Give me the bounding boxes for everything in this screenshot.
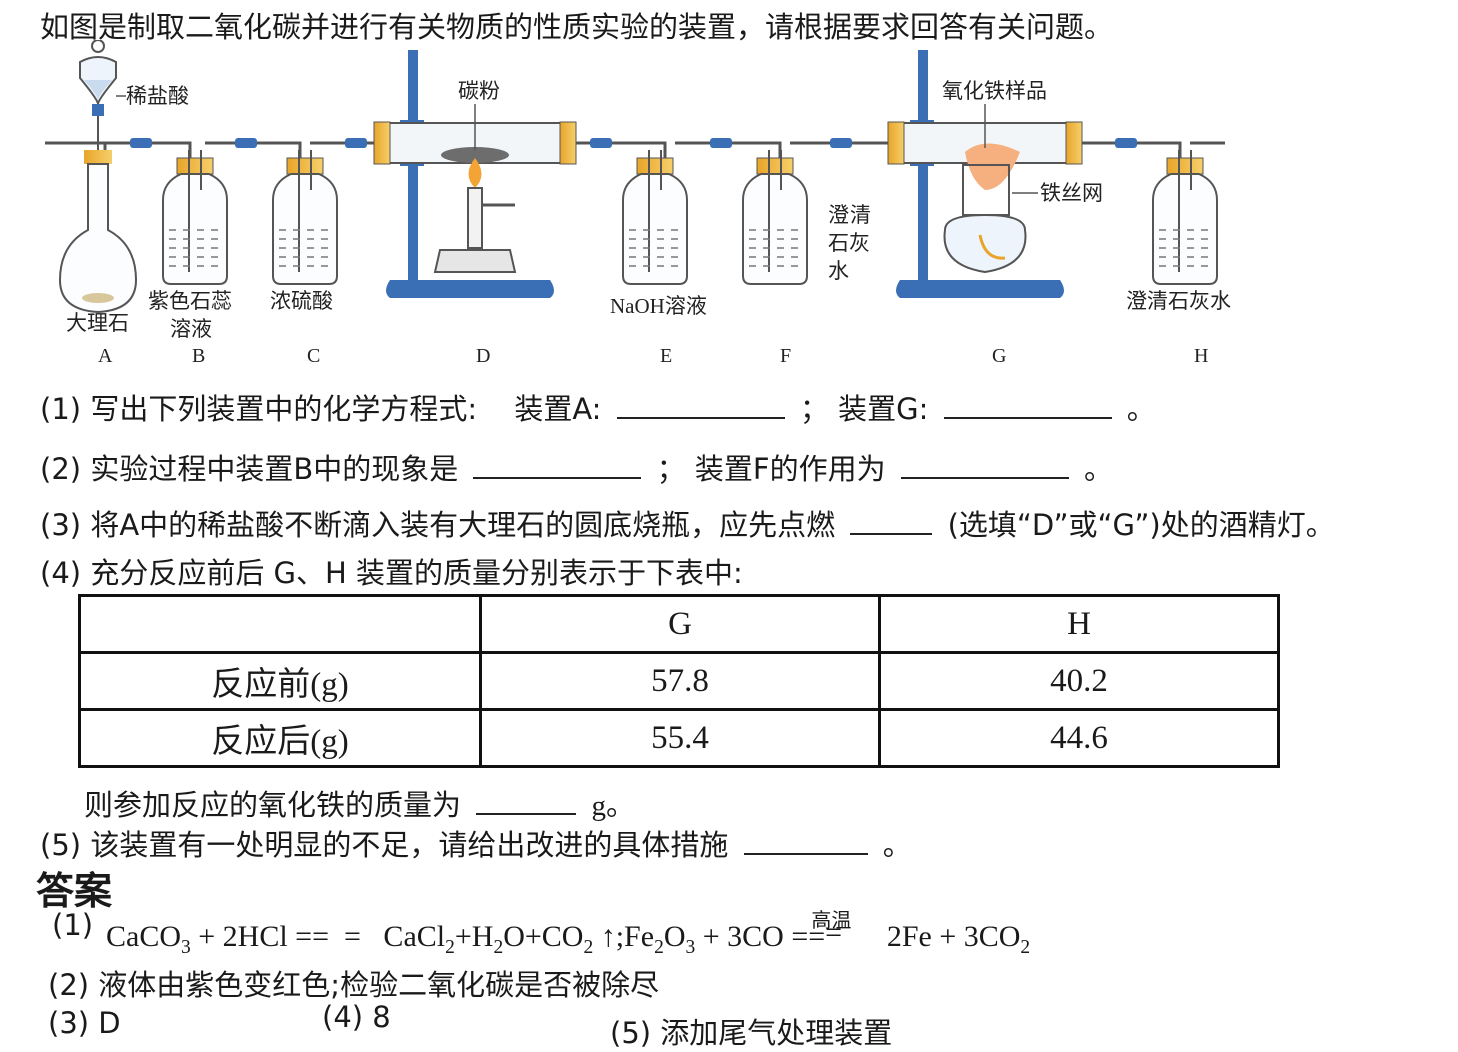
apparatus-letter-c: C — [307, 345, 320, 367]
apparatus-letter-b: B — [192, 345, 205, 367]
answer-1-number: (1) — [52, 908, 94, 942]
wash-bottles — [162, 150, 1218, 285]
q1-number: (1) — [40, 392, 82, 426]
table-cell-g: 55.4 — [479, 708, 881, 768]
q2-separator: ； — [656, 452, 686, 486]
q3-number: (3) — [40, 508, 82, 542]
table-cell-h: 44.6 — [878, 708, 1280, 768]
q1-text: 写出下列装置中的化学方程式: — [90, 392, 478, 426]
q5-end: 。 — [882, 828, 912, 862]
q3-text-2: (选填“D”或“G”)处的酒精灯。 — [947, 508, 1335, 542]
q1-device-a: 装置A: — [514, 392, 602, 426]
label-iron-mesh: 铁丝网 — [1040, 181, 1103, 205]
q2-blank-1[interactable] — [473, 451, 642, 479]
apparatus-letter-a: A — [98, 345, 113, 367]
apparatus-letter-e: E — [660, 345, 672, 367]
answer-1-condition-arrow: 高温 === — [791, 908, 879, 954]
label-limewater-f-3: 石灰 — [828, 231, 870, 255]
q2-blank-2[interactable] — [900, 451, 1069, 479]
q5-blank[interactable] — [743, 827, 868, 855]
answer-3: (3) D — [48, 1006, 121, 1040]
q1-end: 。 — [1126, 392, 1156, 426]
question-5: (5) 该装置有一处明显的不足，请给出改进的具体措施 。 — [40, 822, 912, 864]
apparatus-diagram: 稀盐酸 碳粉 氧化铁样品 铁丝网 大理石 紫色石蕊 溶液 浓硫酸 NaOH溶液 … — [45, 40, 1231, 367]
table-header-row: G H — [78, 594, 1280, 654]
q2-text-2: 装置F的作用为 — [694, 452, 886, 486]
wash-bottle — [1152, 150, 1218, 285]
table-row: 反应后(g) 55.4 44.6 — [78, 708, 1280, 768]
table-header-h: H — [878, 594, 1280, 654]
wash-bottle — [622, 150, 688, 285]
q3-blank[interactable] — [850, 507, 933, 535]
flask-a — [58, 40, 138, 314]
table-header-corner — [78, 594, 482, 654]
q1-separator: ； — [799, 392, 829, 426]
apparatus-letter-h: H — [1194, 345, 1208, 367]
question-1: (1) 写出下列装置中的化学方程式: 装置A: ； 装置G: 。 — [40, 386, 1156, 428]
apparatus-letter-g: G — [992, 345, 1006, 367]
label-limewater-h: 澄清石灰水 — [1126, 289, 1231, 313]
wash-bottle — [742, 150, 808, 285]
q1-blank-g[interactable] — [943, 391, 1112, 419]
table-row-label: 反应后(g) — [78, 708, 482, 768]
label-marble: 大理石 — [66, 311, 129, 335]
label-limewater-f-2: 清 — [850, 203, 871, 227]
table-cell-g: 57.8 — [479, 651, 881, 711]
label-litmus-1: 紫色石蕊 — [148, 289, 232, 313]
q4-follow-up: 则参加反应的氧化铁的质量为 g。 — [84, 782, 635, 824]
label-limewater-f-1: 澄 — [828, 203, 849, 227]
q4-text: 充分反应前后 G、H 装置的质量分别表示于下表中: — [90, 556, 743, 590]
answer-1-caco3: CaCO — [106, 920, 181, 953]
label-carbon: 碳粉 — [458, 79, 500, 103]
q2-end: 。 — [1084, 452, 1114, 486]
answer-1-equations: CaCO3 + 2HCl == = CaCl2+H2O+CO2 ↑;Fe2O3 … — [106, 908, 1030, 959]
question-3: (3) 将A中的稀盐酸不断滴入装有大理石的圆底烧瓶，应先点燃 (选填“D”或“G… — [40, 502, 1335, 544]
label-iron-oxide: 氧化铁样品 — [942, 79, 1047, 103]
answer-title: 答案 — [36, 869, 113, 913]
q5-number: (5) — [40, 828, 82, 862]
table-header-g: G — [479, 594, 881, 654]
q2-number: (2) — [40, 452, 82, 486]
q1-blank-a[interactable] — [616, 391, 785, 419]
label-dilute-hcl: 稀盐酸 — [126, 84, 189, 108]
answer-2: (2) 液体由紫色变红色;检验二氧化碳是否被除尽 — [48, 968, 660, 1002]
wash-bottle — [162, 150, 228, 285]
q3-text: 将A中的稀盐酸不断滴入装有大理石的圆底烧瓶，应先点燃 — [90, 508, 836, 542]
label-limewater-f-4: 水 — [828, 259, 849, 283]
apparatus-letter-f: F — [780, 345, 791, 367]
mass-table: G H 反应前(g) 57.8 40.2 反应后(g) 55.4 44.6 — [78, 594, 1280, 768]
label-sulfuric-acid: 浓硫酸 — [270, 289, 333, 313]
table-row: 反应前(g) 57.8 40.2 — [78, 651, 1280, 711]
q4-follow-text: 则参加反应的氧化铁的质量为 — [84, 788, 462, 822]
apparatus-letter-d: D — [476, 345, 490, 367]
question-4: (4) 充分反应前后 G、H 装置的质量分别表示于下表中: — [40, 550, 743, 592]
q4-number: (4) — [40, 556, 82, 590]
q4-blank[interactable] — [476, 787, 577, 815]
q1-device-g: 装置G: — [838, 392, 929, 426]
apparatus-letters: A B C D E F G H — [98, 345, 1208, 367]
answer-4: (4) 8 — [322, 1000, 391, 1034]
question-2: (2) 实验过程中装置B中的现象是 ； 装置F的作用为 。 — [40, 446, 1113, 488]
table-row-label: 反应前(g) — [78, 651, 482, 711]
q2-text: 实验过程中装置B中的现象是 — [90, 452, 459, 486]
q5-text: 该装置有一处明显的不足，请给出改进的具体措施 — [90, 828, 729, 862]
q4-unit: g。 — [591, 790, 635, 822]
wash-bottle — [272, 150, 338, 285]
label-naoh: NaOH溶液 — [610, 294, 707, 318]
table-cell-h: 40.2 — [878, 651, 1280, 711]
label-litmus-2: 溶液 — [170, 317, 212, 341]
